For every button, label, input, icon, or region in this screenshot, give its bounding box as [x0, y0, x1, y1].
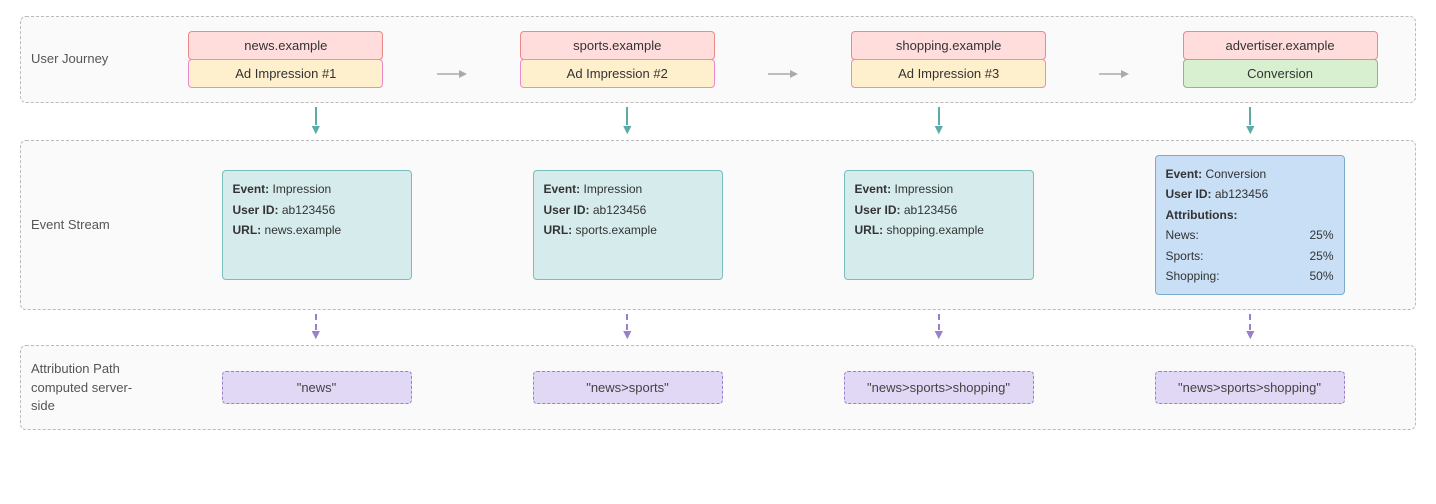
event-box-3: Event: Impression User ID: ab123456 URL:…: [844, 170, 1034, 280]
path-box-4: "news>sports>shopping": [1155, 371, 1345, 404]
journey-site-2: sports.example: [520, 31, 715, 60]
attr-sports: Sports: 25%: [1166, 246, 1334, 266]
journey-item-4: advertiser.example Conversion: [1175, 31, 1385, 88]
event-stream-label: Event Stream: [31, 155, 161, 295]
userid-line-3: User ID: ab123456: [855, 200, 1023, 220]
main-diagram: User Journey news.example Ad Impression …: [0, 0, 1436, 446]
purple-vert-1: ▼: [315, 314, 317, 341]
attr-news: News: 25%: [1166, 225, 1334, 245]
teal-arrow-1: ▼: [309, 122, 323, 136]
event-stream-row: Event Stream Event: Impression User ID: …: [20, 140, 1416, 310]
purple-connector-row: ▼ ▼ ▼ ▼: [20, 310, 1416, 345]
journey-site-4: advertiser.example: [1183, 31, 1378, 60]
purple-vert-3: ▼: [938, 314, 940, 341]
event-box-2: Event: Impression User ID: ab123456 URL:…: [533, 170, 723, 280]
purple-conn-4: ▼: [1145, 314, 1355, 341]
h-arrow-2: [762, 67, 804, 81]
userid-line-2: User ID: ab123456: [544, 200, 712, 220]
teal-conn-3: ▼: [834, 107, 1044, 136]
purple-conn-2: ▼: [522, 314, 732, 341]
teal-arrow-3: ▼: [932, 122, 946, 136]
event-box-1: Event: Impression User ID: ab123456 URL:…: [222, 170, 412, 280]
purple-vert-4: ▼: [1249, 314, 1251, 341]
purple-vert-2: ▼: [626, 314, 628, 341]
journey-impression-3: Ad Impression #3: [851, 59, 1046, 88]
journey-item-2: sports.example Ad Impression #2: [512, 31, 722, 88]
attribution-path-label: Attribution Path computed server-side: [31, 360, 161, 415]
teal-arrow-2: ▼: [620, 122, 634, 136]
journey-site-3: shopping.example: [851, 31, 1046, 60]
event-line-4: Event: Conversion: [1166, 164, 1334, 184]
event-line-2: Event: Impression: [544, 179, 712, 199]
user-journey-label: User Journey: [31, 31, 161, 88]
event-items: Event: Impression User ID: ab123456 URL:…: [161, 155, 1405, 295]
url-line-1: URL: news.example: [233, 220, 401, 240]
userid-line-4: User ID: ab123456: [1166, 184, 1334, 204]
journey-impression-2: Ad Impression #2: [520, 59, 715, 88]
teal-conn-4: ▼: [1145, 107, 1355, 136]
purple-arrow-4: ▼: [1243, 327, 1257, 341]
userid-line-1: User ID: ab123456: [233, 200, 401, 220]
teal-vert-2: ▼: [626, 107, 628, 136]
attr-shopping: Shopping: 50%: [1166, 266, 1334, 286]
path-box-3: "news>sports>shopping": [844, 371, 1034, 404]
journey-item-3: shopping.example Ad Impression #3: [844, 31, 1054, 88]
user-journey-row: User Journey news.example Ad Impression …: [20, 16, 1416, 103]
h-arrow-1: [431, 67, 473, 81]
journey-conversion-4: Conversion: [1183, 59, 1378, 88]
purple-arrow-3: ▼: [932, 327, 946, 341]
journey-site-1: news.example: [188, 31, 383, 60]
url-line-3: URL: shopping.example: [855, 220, 1023, 240]
teal-vert-1: ▼: [315, 107, 317, 136]
journey-items: news.example Ad Impression #1 sports.exa…: [161, 31, 1405, 88]
path-box-2: "news>sports": [533, 371, 723, 404]
url-line-2: URL: sports.example: [544, 220, 712, 240]
attr-label: Attributions:: [1166, 205, 1334, 225]
teal-arrow-4: ▼: [1243, 122, 1257, 136]
path-box-1: "news": [222, 371, 412, 404]
path-items: "news" "news>sports" "news>sports>shoppi…: [161, 360, 1405, 415]
journey-item-1: news.example Ad Impression #1: [181, 31, 391, 88]
teal-connector-row: ▼ ▼ ▼ ▼: [20, 103, 1416, 140]
purple-arrow-2: ▼: [620, 327, 634, 341]
event-line-1: Event: Impression: [233, 179, 401, 199]
purple-conn-1: ▼: [211, 314, 421, 341]
teal-conn-1: ▼: [211, 107, 421, 136]
attribution-path-row: Attribution Path computed server-side "n…: [20, 345, 1416, 430]
purple-conn-3: ▼: [834, 314, 1044, 341]
h-arrow-3: [1093, 67, 1135, 81]
event-line-3: Event: Impression: [855, 179, 1023, 199]
event-box-4: Event: Conversion User ID: ab123456 Attr…: [1155, 155, 1345, 295]
teal-conn-2: ▼: [522, 107, 732, 136]
purple-arrow-1: ▼: [309, 327, 323, 341]
journey-impression-1: Ad Impression #1: [188, 59, 383, 88]
teal-vert-3: ▼: [938, 107, 940, 136]
teal-vert-4: ▼: [1249, 107, 1251, 136]
